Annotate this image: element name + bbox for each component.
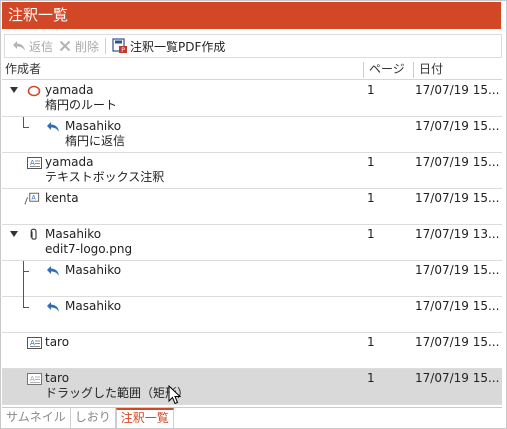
- svg-text:A: A: [30, 339, 35, 347]
- author: Masahiko: [65, 299, 122, 313]
- textbox-icon: A: [26, 155, 42, 171]
- freehand-icon: A: [24, 191, 40, 207]
- annotation-content: 楕円に返信: [65, 134, 126, 148]
- textbox-icon: A: [26, 335, 42, 351]
- svg-text:A: A: [30, 375, 35, 383]
- create-pdf-button[interactable]: P 注釈一覧PDF作成: [110, 36, 227, 56]
- author: taro: [45, 335, 70, 349]
- collapse-arrow-icon[interactable]: [10, 87, 18, 93]
- date: 17/07/19 15...: [415, 155, 500, 169]
- tree-line-icon: [23, 261, 29, 297]
- list-item[interactable]: A yamada テキストボックス注釈 1 17/07/19 15...: [2, 153, 502, 189]
- tree-line-icon: [23, 117, 29, 128]
- svg-text:A: A: [30, 159, 35, 167]
- reply-icon: [11, 38, 27, 54]
- paperclip-icon: [26, 227, 42, 243]
- column-page[interactable]: ページ: [369, 60, 405, 80]
- author: Masahiko: [45, 227, 102, 241]
- annotation-content: テキストボックス注釈: [45, 170, 165, 184]
- column-author[interactable]: 作成者: [5, 60, 41, 80]
- list-item[interactable]: Masahiko 17/07/19 15...: [2, 297, 502, 333]
- page-number: 1: [367, 191, 375, 205]
- author: yamada: [45, 155, 94, 169]
- date: 17/07/19 15...: [415, 335, 500, 349]
- toolbar-separator: [105, 38, 107, 54]
- panel-title: 注釈一覧: [2, 2, 501, 29]
- delete-icon: [57, 38, 73, 54]
- pdf-icon: P: [112, 38, 128, 54]
- column-divider[interactable]: [413, 62, 414, 78]
- reply-icon: [45, 299, 61, 315]
- author: yamada: [45, 83, 94, 97]
- list-item[interactable]: yamada 楕円のルート 1 17/07/19 15...: [2, 81, 502, 117]
- page-number: 1: [367, 371, 375, 385]
- tree-line-icon: [23, 297, 29, 308]
- page-number: 1: [367, 227, 375, 241]
- svg-text:P: P: [121, 47, 125, 54]
- annotation-list: yamada 楕円のルート 1 17/07/19 15... Masahiko …: [2, 81, 502, 405]
- collapse-arrow-icon[interactable]: [10, 231, 18, 237]
- annotation-list-panel: 注釈一覧 返信 削除 P 注釈一覧PDF作成 作成者 ページ 日付 yamada…: [0, 0, 507, 429]
- list-item[interactable]: A taro 1 17/07/19 15...: [2, 333, 502, 369]
- page-number: 1: [367, 83, 375, 97]
- date: 17/07/19 15...: [415, 263, 500, 277]
- panel-tabs: サムネイル しおり 注釈一覧: [2, 407, 502, 428]
- textbox-icon: A: [26, 371, 42, 387]
- reply-label: 返信: [29, 39, 54, 54]
- list-item[interactable]: A kenta 1 17/07/19 15...: [2, 189, 502, 225]
- annotation-content: edit7-logo.png: [45, 242, 133, 256]
- date: 17/07/19 15...: [415, 83, 500, 97]
- page-number: 1: [367, 335, 375, 349]
- date: 17/07/19 13...: [415, 227, 500, 241]
- page-number: 1: [367, 155, 375, 169]
- date: 17/07/19 15...: [415, 371, 500, 385]
- tab-bookmark[interactable]: しおり: [71, 408, 116, 428]
- author: Masahiko: [65, 263, 122, 277]
- tab-thumbnail[interactable]: サムネイル: [2, 408, 71, 428]
- date: 17/07/19 15...: [415, 299, 500, 313]
- mouse-cursor-icon: [168, 385, 182, 405]
- date: 17/07/19 15...: [415, 191, 500, 205]
- annotation-content: 楕円のルート: [45, 98, 118, 112]
- delete-button[interactable]: 削除: [55, 36, 101, 56]
- create-pdf-label: 注釈一覧PDF作成: [130, 39, 226, 54]
- reply-icon: [45, 263, 61, 279]
- reply-button[interactable]: 返信: [9, 36, 55, 56]
- author: kenta: [45, 191, 79, 205]
- ellipse-icon: [26, 83, 42, 99]
- list-item[interactable]: Masahiko edit7-logo.png 1 17/07/19 13...: [2, 225, 502, 261]
- author: Masahiko: [65, 119, 122, 133]
- column-divider[interactable]: [363, 62, 364, 78]
- column-date[interactable]: 日付: [419, 60, 443, 80]
- tab-annotation-list[interactable]: 注釈一覧: [115, 408, 174, 428]
- delete-label: 削除: [75, 39, 100, 54]
- column-header: 作成者 ページ 日付: [2, 60, 502, 80]
- reply-icon: [45, 119, 61, 135]
- list-item-selected[interactable]: A taro ドラッグした範囲（矩形） 1 17/07/19 15...: [2, 369, 502, 405]
- toolbar: 返信 削除 P 注釈一覧PDF作成: [4, 34, 502, 58]
- author: taro: [45, 371, 70, 385]
- date: 17/07/19 15...: [415, 119, 500, 133]
- svg-text:A: A: [32, 194, 37, 201]
- list-item[interactable]: Masahiko 楕円に返信 17/07/19 15...: [2, 117, 502, 153]
- list-item[interactable]: Masahiko 17/07/19 15...: [2, 261, 502, 297]
